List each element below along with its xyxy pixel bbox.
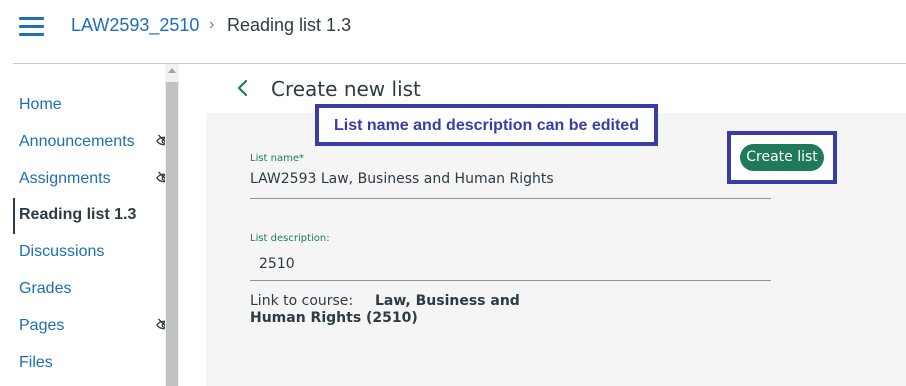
nav-item-assignments[interactable]: Assignments bbox=[19, 170, 111, 188]
hamburger-menu-icon[interactable] bbox=[19, 17, 44, 36]
breadcrumb-course-link[interactable]: LAW2593_2510 bbox=[71, 15, 199, 36]
annotation-callout-text: List name and description can be edited bbox=[334, 117, 639, 134]
scroll-up-arrow-icon[interactable] bbox=[168, 68, 176, 73]
nav-item-grades[interactable]: Grades bbox=[19, 280, 71, 298]
annotation-callout: List name and description can be edited bbox=[315, 104, 658, 146]
nav-item-announcements[interactable]: Announcements bbox=[19, 133, 135, 151]
scrollbar-thumb[interactable] bbox=[166, 82, 178, 386]
list-name-label: List name* bbox=[250, 153, 305, 164]
link-to-course-label: Link to course: bbox=[250, 293, 354, 309]
hamburger-line bbox=[19, 25, 44, 28]
list-description-label: List description: bbox=[250, 233, 330, 244]
nav-item-pages[interactable]: Pages bbox=[19, 317, 64, 335]
nav-item-reading-list[interactable]: Reading list 1.3 bbox=[19, 206, 136, 224]
breadcrumb-separator: › bbox=[209, 16, 215, 33]
page-title: Create new list bbox=[271, 77, 421, 101]
hamburger-line bbox=[19, 17, 44, 20]
nav-item-discussions[interactable]: Discussions bbox=[19, 243, 104, 261]
course-navigation: Home Announcements Assignments Reading l… bbox=[13, 64, 173, 386]
create-list-button[interactable]: Create list bbox=[740, 144, 824, 171]
list-description-input[interactable] bbox=[259, 254, 749, 274]
nav-item-files[interactable]: Files bbox=[19, 354, 53, 372]
active-indicator bbox=[13, 198, 15, 234]
list-name-underline bbox=[250, 198, 771, 199]
hamburger-line bbox=[19, 33, 44, 36]
list-description-underline bbox=[250, 280, 771, 281]
linked-course-name-continued: Human Rights (2510) bbox=[250, 310, 418, 326]
nav-scrollbar[interactable] bbox=[165, 64, 179, 386]
linked-course-name: Law, Business and bbox=[375, 293, 520, 309]
breadcrumb-current: Reading list 1.3 bbox=[227, 15, 352, 35]
list-name-input[interactable] bbox=[250, 169, 750, 189]
nav-item-home[interactable]: Home bbox=[19, 96, 62, 114]
chevron-left-icon[interactable] bbox=[236, 78, 250, 98]
